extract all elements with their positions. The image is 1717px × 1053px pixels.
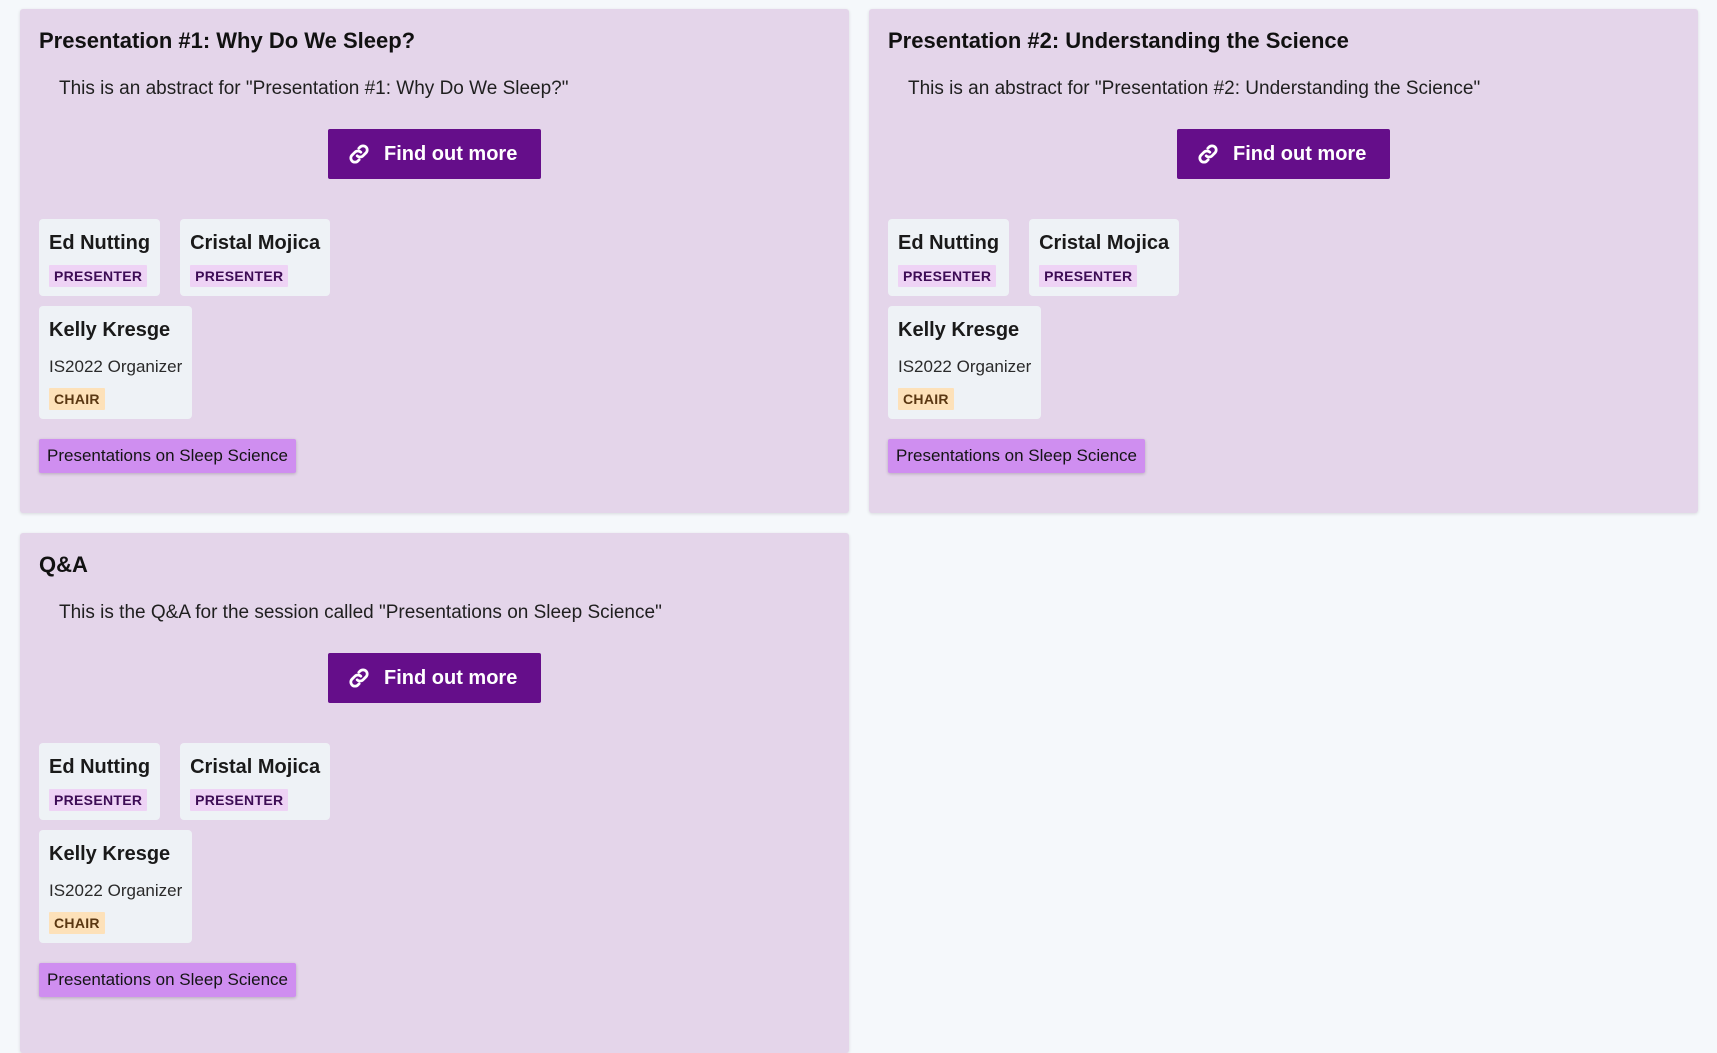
person-card[interactable]: Cristal Mojica PRESENTER	[1029, 219, 1180, 296]
card-title: Presentation #2: Understanding the Scien…	[888, 28, 1349, 53]
card-title: Q&A	[39, 552, 88, 577]
person-name: Kelly Kresge	[898, 319, 1020, 341]
person-card[interactable]: Kelly Kresge IS2022 Organizer CHAIR	[39, 830, 193, 943]
role-badge: PRESENTER	[49, 789, 148, 811]
link-icon	[349, 144, 369, 164]
role-badge: CHAIR	[898, 388, 954, 410]
link-icon	[349, 668, 369, 688]
person-affiliation: IS2022 Organizer	[49, 881, 183, 900]
link-icon	[1198, 144, 1218, 164]
person-card[interactable]: Cristal Mojica PRESENTER	[180, 743, 331, 820]
person-name: Ed Nutting	[49, 756, 151, 778]
person-name: Kelly Kresge	[49, 843, 171, 865]
person-card[interactable]: Cristal Mojica PRESENTER	[180, 219, 331, 296]
button-label: Find out more	[1233, 142, 1367, 165]
find-out-more-button[interactable]: Find out more	[328, 653, 541, 703]
button-label: Find out more	[384, 666, 518, 689]
presentation-card: Presentation #1: Why Do We Sleep? This i…	[20, 9, 849, 513]
role-badge: PRESENTER	[190, 265, 289, 287]
person-name: Cristal Mojica	[1039, 232, 1170, 254]
session-tag[interactable]: Presentations on Sleep Science	[39, 439, 296, 473]
qa-card: Q&A This is the Q&A for the session call…	[20, 533, 849, 1053]
card-abstract: This is an abstract for "Presentation #1…	[59, 78, 569, 99]
presentation-card: Presentation #2: Understanding the Scien…	[869, 9, 1698, 513]
person-card[interactable]: Kelly Kresge IS2022 Organizer CHAIR	[39, 306, 193, 419]
role-badge: PRESENTER	[1039, 265, 1138, 287]
person-card[interactable]: Ed Nutting PRESENTER	[888, 219, 1010, 296]
person-name: Cristal Mojica	[190, 756, 321, 778]
people-list: Ed Nutting PRESENTER Cristal Mojica PRES…	[39, 219, 359, 419]
session-tag[interactable]: Presentations on Sleep Science	[39, 963, 296, 997]
role-badge: PRESENTER	[190, 789, 289, 811]
person-card[interactable]: Ed Nutting PRESENTER	[39, 219, 161, 296]
card-title: Presentation #1: Why Do We Sleep?	[39, 28, 416, 53]
button-label: Find out more	[384, 142, 518, 165]
person-affiliation: IS2022 Organizer	[49, 357, 183, 376]
button-wrapper: Find out more	[888, 129, 1679, 179]
person-name: Kelly Kresge	[49, 319, 171, 341]
card-abstract: This is an abstract for "Presentation #2…	[908, 78, 1481, 99]
person-name: Cristal Mojica	[190, 232, 321, 254]
person-card[interactable]: Ed Nutting PRESENTER	[39, 743, 161, 820]
card-abstract: This is the Q&A for the session called "…	[59, 602, 662, 623]
person-name: Ed Nutting	[898, 232, 1000, 254]
role-badge: CHAIR	[49, 912, 105, 934]
button-wrapper: Find out more	[39, 653, 830, 703]
button-wrapper: Find out more	[39, 129, 830, 179]
role-badge: PRESENTER	[49, 265, 148, 287]
find-out-more-button[interactable]: Find out more	[328, 129, 541, 179]
people-list: Ed Nutting PRESENTER Cristal Mojica PRES…	[888, 219, 1208, 419]
person-name: Ed Nutting	[49, 232, 151, 254]
find-out-more-button[interactable]: Find out more	[1177, 129, 1390, 179]
role-badge: CHAIR	[49, 388, 105, 410]
presentation-grid: Presentation #1: Why Do We Sleep? This i…	[20, 9, 1698, 1053]
role-badge: PRESENTER	[898, 265, 997, 287]
person-card[interactable]: Kelly Kresge IS2022 Organizer CHAIR	[888, 306, 1042, 419]
people-list: Ed Nutting PRESENTER Cristal Mojica PRES…	[39, 743, 359, 943]
session-tag[interactable]: Presentations on Sleep Science	[888, 439, 1145, 473]
person-affiliation: IS2022 Organizer	[898, 357, 1032, 376]
